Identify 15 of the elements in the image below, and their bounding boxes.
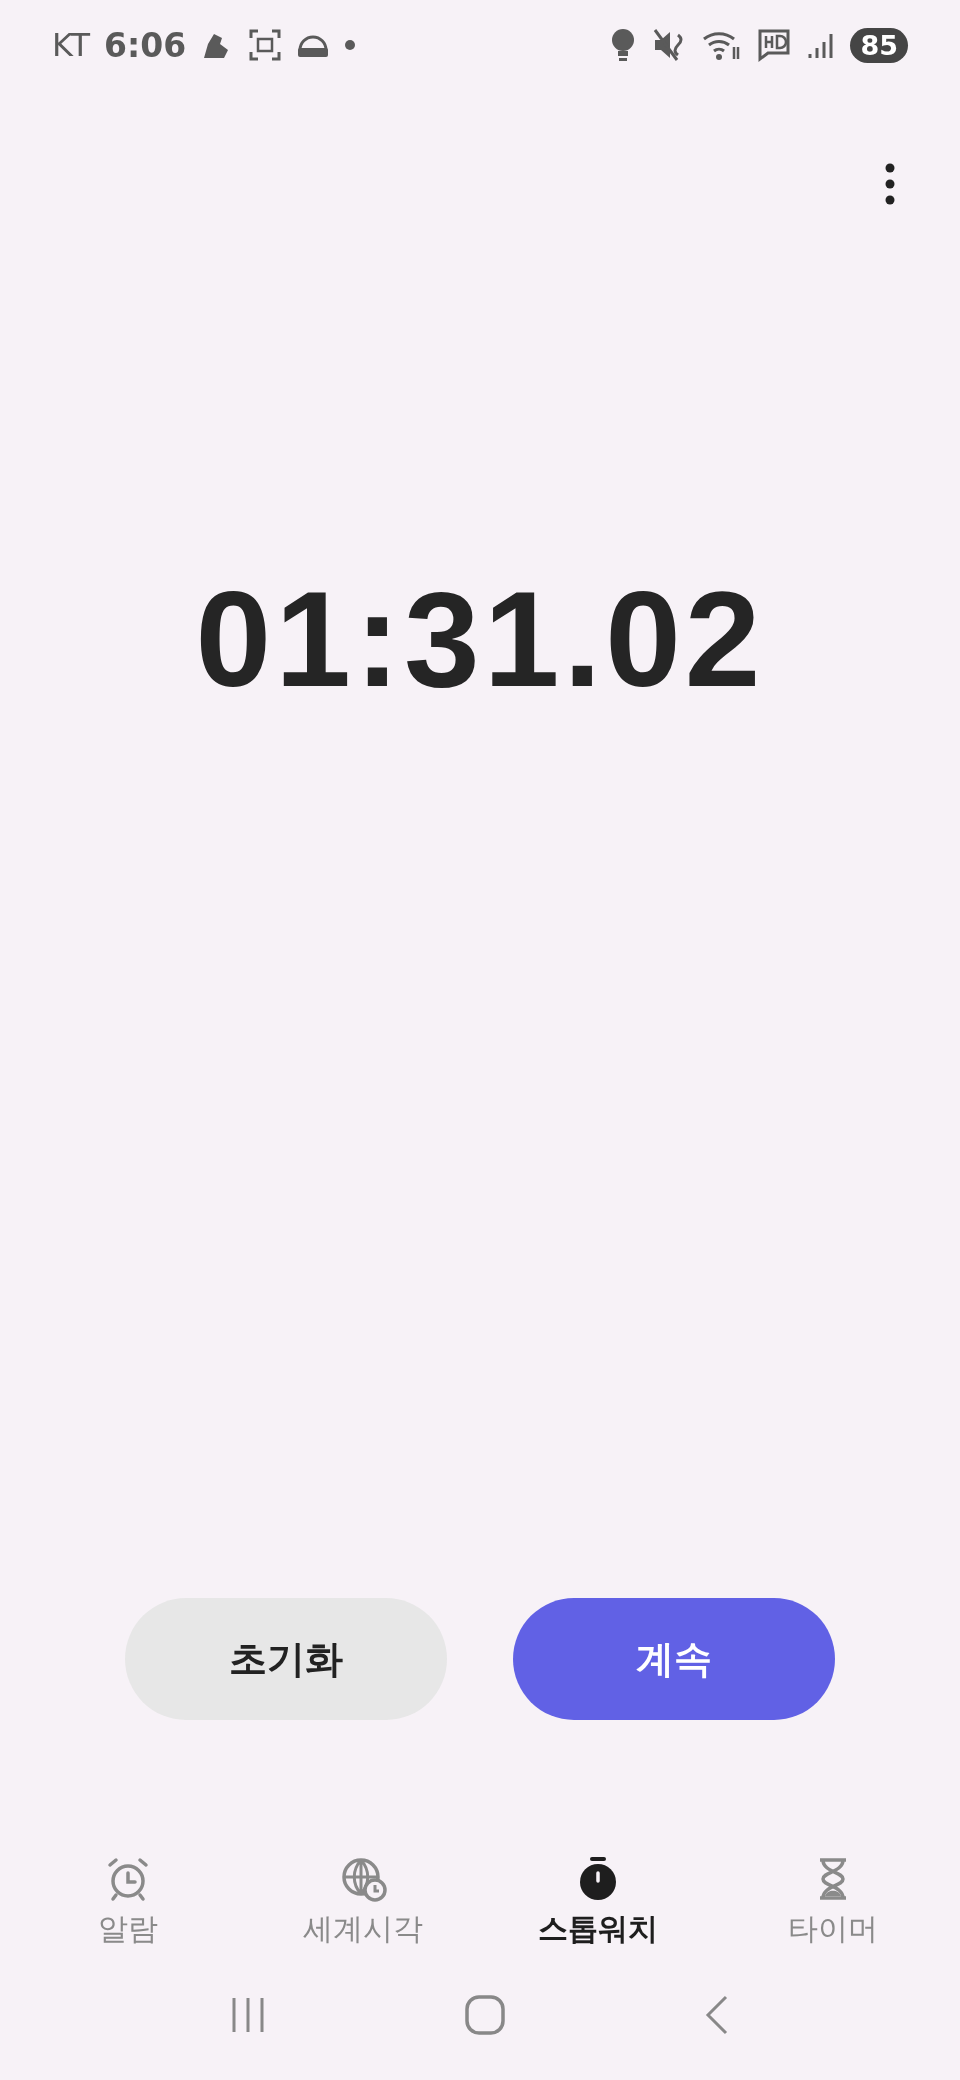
nav-tab[interactable]: 스톱워치	[480, 1855, 715, 1950]
hd-icon	[756, 28, 793, 62]
elapsed-time: 01:31.02	[195, 562, 765, 717]
nav-tab[interactable]: 타이머	[715, 1855, 950, 1950]
notification-dot-icon	[344, 39, 357, 51]
battery-level: 85	[850, 27, 908, 63]
carrier-label: KT	[52, 26, 91, 64]
status-time: 6:06	[104, 25, 187, 65]
home-icon[interactable]	[465, 1995, 505, 2035]
more-options-icon[interactable]	[884, 162, 896, 206]
nav-tab[interactable]: 세계시각	[245, 1855, 480, 1950]
nav-tab[interactable]: 알람	[10, 1855, 245, 1950]
continue-button[interactable]: 계속	[513, 1598, 835, 1720]
reset-button[interactable]: 초기화	[125, 1598, 447, 1720]
screenshot-icon	[248, 28, 283, 62]
